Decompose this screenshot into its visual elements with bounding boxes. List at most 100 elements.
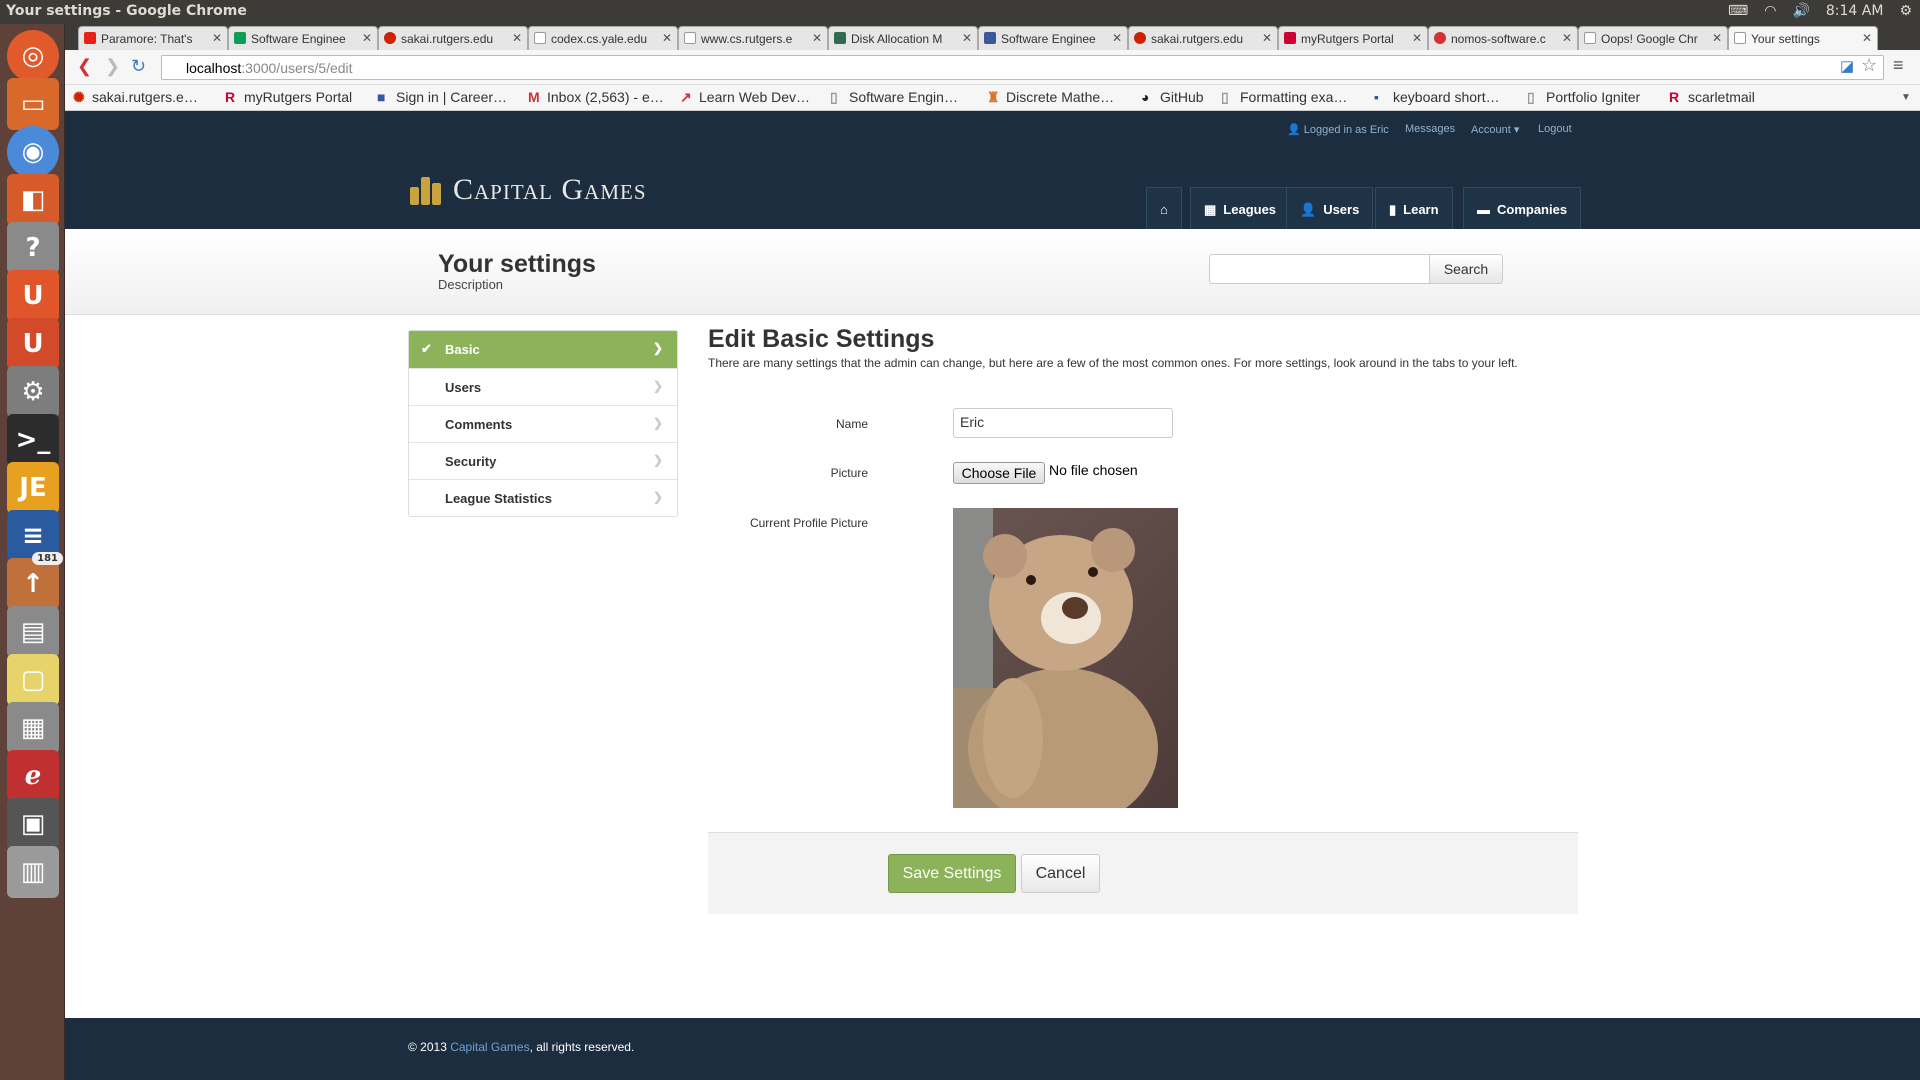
software-center-icon[interactable]: ◧ <box>7 174 59 226</box>
brand-logo[interactable]: Capital Games <box>410 173 647 207</box>
browser-tab[interactable]: Oops! Google Chr ✕ <box>1578 26 1728 50</box>
help-icon[interactable]: ? <box>7 222 59 274</box>
forward-icon[interactable]: ❯ <box>105 56 120 77</box>
close-tab-icon[interactable]: ✕ <box>1262 31 1272 45</box>
files-icon[interactable]: ▭ <box>7 78 59 130</box>
terminal-icon[interactable]: >_ <box>7 414 59 466</box>
nav-users[interactable]: 👤 Users <box>1286 187 1374 231</box>
extension-icon[interactable]: ◪ <box>1840 57 1854 75</box>
home-icon: ⌂ <box>1160 202 1168 217</box>
workspace-switcher-icon[interactable]: ▣ <box>7 798 59 850</box>
system-settings-icon[interactable]: ⚙ <box>7 366 59 418</box>
search-button[interactable]: Search <box>1429 254 1503 284</box>
bookmark-item[interactable]: ▯ Portfolio Igniter <box>1527 89 1640 106</box>
ubuntu-one-music-icon[interactable]: U <box>7 318 59 370</box>
keyboard-icon[interactable]: ⌨ <box>1728 3 1748 19</box>
wifi-icon[interactable]: ◠ <box>1764 3 1776 19</box>
bookmark-item[interactable]: ▪ keyboard short… <box>1374 89 1500 105</box>
browser-tab[interactable]: www.cs.rutgers.e ✕ <box>678 26 828 50</box>
browser-tab[interactable]: Software Enginee ✕ <box>228 26 378 50</box>
close-tab-icon[interactable]: ✕ <box>1862 31 1872 45</box>
close-tab-icon[interactable]: ✕ <box>1562 31 1572 45</box>
profile-picture <box>953 508 1178 808</box>
settings-gear-icon[interactable]: ⚙ <box>1899 3 1912 19</box>
close-tab-icon[interactable]: ✕ <box>1412 31 1422 45</box>
browser-tab[interactable]: Paramore: That's ✕ <box>78 26 228 50</box>
tab-label: codex.cs.yale.edu <box>551 32 648 46</box>
browser-tab[interactable]: Software Enginee ✕ <box>978 26 1128 50</box>
name-field[interactable]: Eric <box>953 408 1173 438</box>
sidenav-label: Comments <box>445 417 513 432</box>
bookmark-item[interactable]: ♜ Discrete Mathe… <box>987 89 1114 106</box>
tab-favicon-icon <box>384 32 396 44</box>
trash-icon[interactable]: ▥ <box>7 846 59 898</box>
nav-leagues[interactable]: ▦ Leagues <box>1190 187 1291 231</box>
browser-tab[interactable]: sakai.rutgers.edu ✕ <box>1128 26 1278 50</box>
copyright-prefix: © 2013 <box>408 1040 451 1054</box>
bookmark-star-icon[interactable]: ☆ <box>1861 55 1877 76</box>
close-tab-icon[interactable]: ✕ <box>962 31 972 45</box>
browser-tab-active[interactable]: Your settings ✕ <box>1728 26 1878 50</box>
sticky-notes-icon[interactable]: ▢ <box>7 654 59 706</box>
chevron-right-icon: ❯ <box>652 341 663 355</box>
search-input[interactable] <box>1209 254 1430 284</box>
footer: © 2013 Capital Games, all rights reserve… <box>65 1018 1920 1080</box>
close-tab-icon[interactable]: ✕ <box>512 31 522 45</box>
volume-icon[interactable]: 🔊 <box>1792 3 1809 19</box>
ubuntu-dash-icon[interactable]: ◎ <box>7 30 59 82</box>
bookmark-item[interactable]: ◕ GitHub <box>1141 89 1204 105</box>
browser-tab[interactable]: myRutgers Portal ✕ <box>1278 26 1428 50</box>
close-tab-icon[interactable]: ✕ <box>212 31 222 45</box>
bookmark-item[interactable]: Rscarletmail <box>1669 89 1755 105</box>
browser-toolbar: ❮ ❯ ↻ localhost:3000/users/5/edit ◪ ☆ ≡ <box>65 50 1920 85</box>
browser-tab[interactable]: sakai.rutgers.edu ✕ <box>378 26 528 50</box>
bookmark-item[interactable]: M Inbox (2,563) - e… <box>528 89 664 105</box>
nav-home[interactable]: ⌂ <box>1146 187 1182 231</box>
update-manager-icon[interactable]: ↑ 181 <box>7 552 63 610</box>
bookmark-item[interactable]: ▯ Software Engin… <box>830 89 958 106</box>
github-icon: ◕ <box>1141 89 1150 105</box>
sidenav-item-security[interactable]: Security ❯ <box>409 442 677 479</box>
sidenav-item-basic[interactable]: ✔ Basic ❯ <box>409 331 677 368</box>
browser-tab[interactable]: nomos-software.c ✕ <box>1428 26 1578 50</box>
bookmark-item[interactable]: ▯ Formatting exa… <box>1221 89 1347 106</box>
sidenav-item-comments[interactable]: Comments ❯ <box>409 405 677 442</box>
sidenav-label: Security <box>445 454 497 469</box>
close-tab-icon[interactable]: ✕ <box>662 31 672 45</box>
jedit-icon[interactable]: JE <box>7 462 59 514</box>
bookmarks-overflow-icon[interactable]: ▼ <box>1901 92 1911 103</box>
reload-icon[interactable]: ↻ <box>131 56 146 77</box>
choose-file-button[interactable]: Choose File <box>953 462 1045 484</box>
bookmark-item[interactable]: RmyRutgers Portal <box>225 89 352 105</box>
footer-brand-link[interactable]: Capital Games <box>450 1040 529 1054</box>
back-icon[interactable]: ❮ <box>77 56 92 77</box>
logout-link[interactable]: Logout <box>1538 123 1572 135</box>
nav-companies[interactable]: ▬ Companies <box>1463 187 1582 231</box>
messages-link[interactable]: Messages <box>1405 123 1455 135</box>
bookmark-item[interactable]: ↗ Learn Web Dev… <box>680 89 810 106</box>
sidenav-item-users[interactable]: Users ❯ <box>409 368 677 405</box>
chrome-icon[interactable]: ◉ <box>7 126 59 178</box>
clock[interactable]: 8:14 AM <box>1826 3 1884 19</box>
account-dropdown[interactable]: Account ▾ <box>1471 123 1519 136</box>
browser-tab[interactable]: codex.cs.yale.edu ✕ <box>528 26 678 50</box>
calculator-icon[interactable]: ▦ <box>7 702 59 754</box>
sidenav-item-league-statistics[interactable]: League Statistics ❯ <box>409 479 677 516</box>
cancel-button[interactable]: Cancel <box>1021 854 1100 893</box>
close-tab-icon[interactable]: ✕ <box>1112 31 1122 45</box>
form-actions: Save Settings Cancel <box>708 832 1578 914</box>
nav-learn[interactable]: ▮ Learn <box>1375 187 1453 231</box>
close-tab-icon[interactable]: ✕ <box>362 31 372 45</box>
close-tab-icon[interactable]: ✕ <box>1712 31 1722 45</box>
address-bar[interactable]: localhost:3000/users/5/edit <box>161 55 1884 80</box>
browser-tab[interactable]: Disk Allocation M ✕ <box>828 26 978 50</box>
chrome-menu-icon[interactable]: ≡ <box>1893 55 1904 76</box>
scanner-icon[interactable]: ▤ <box>7 606 59 658</box>
bookmark-item[interactable]: ✺ sakai.rutgers.e… <box>73 89 198 106</box>
ubuntu-one-icon[interactable]: U <box>7 270 59 322</box>
save-settings-button[interactable]: Save Settings <box>888 854 1016 893</box>
pdf-reader-icon[interactable]: ℯ <box>7 750 59 802</box>
bookmark-item[interactable]: ■ Sign in | Career… <box>377 89 507 105</box>
logged-in-link[interactable]: 👤 Logged in as Eric <box>1287 123 1389 136</box>
close-tab-icon[interactable]: ✕ <box>812 31 822 45</box>
